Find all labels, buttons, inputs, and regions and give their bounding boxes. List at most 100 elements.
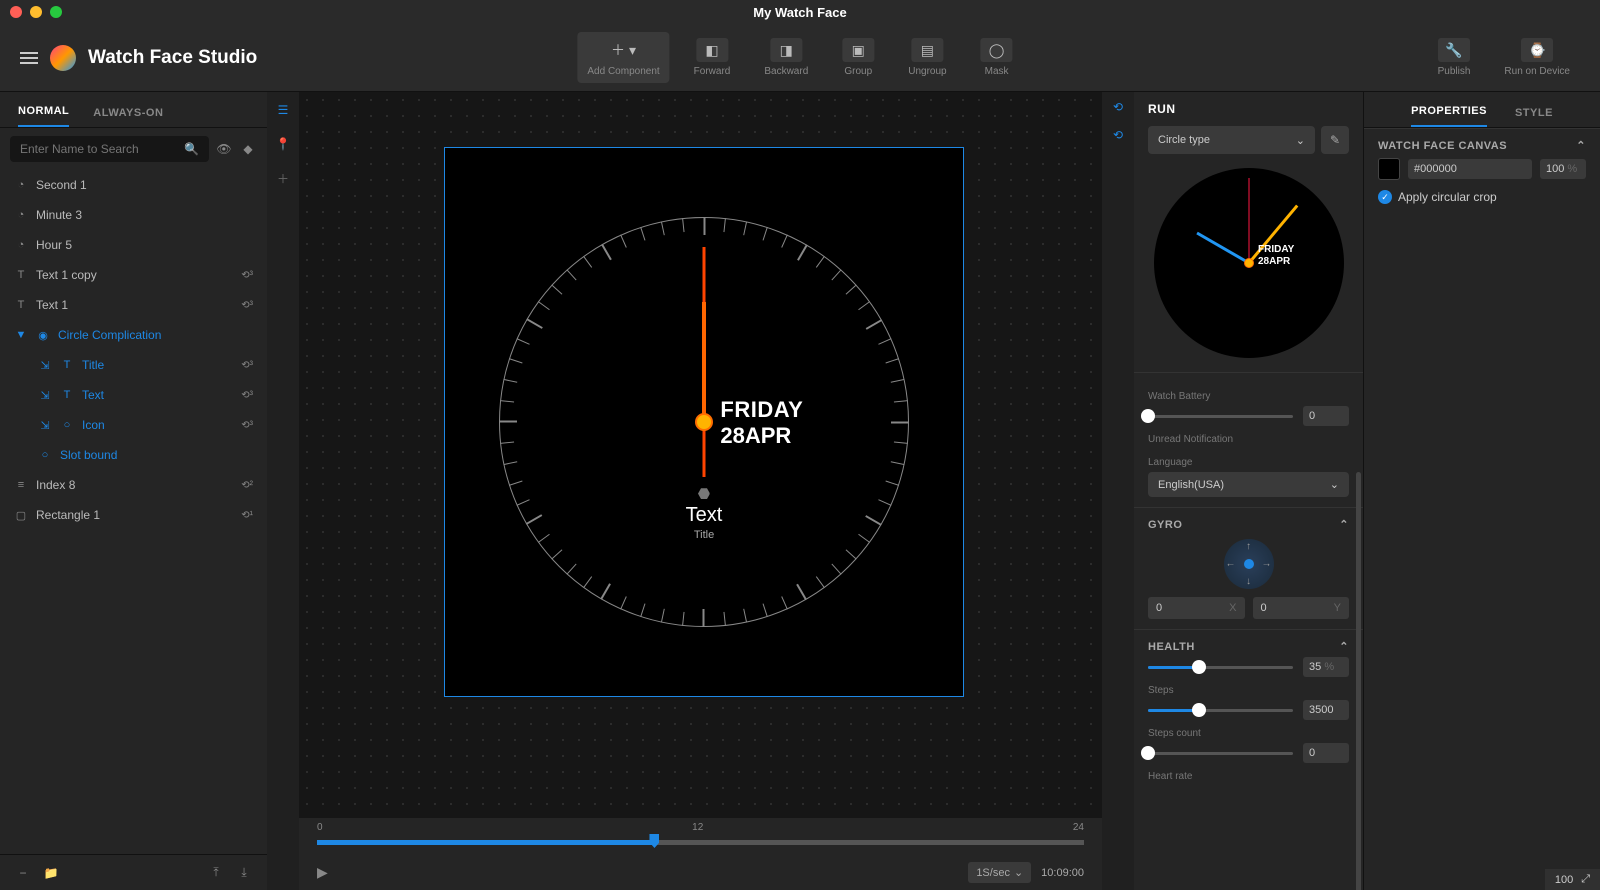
titlebar: My Watch Face [0, 0, 1600, 24]
window-controls[interactable] [10, 6, 62, 18]
tab-properties[interactable]: PROPERTIES [1411, 105, 1487, 127]
layer-comp-slot[interactable]: ○Slot bound [0, 440, 267, 470]
main-toolbar: Watch Face Studio ＋ ▾Add Component ◧Forw… [0, 24, 1600, 92]
steps-count-value[interactable]: 3500 [1303, 700, 1349, 720]
timeline-track[interactable]: 01224 [317, 826, 1084, 852]
gyro-y-input[interactable]: 0Y [1253, 597, 1350, 619]
playback-rate-select[interactable]: 1S/sec⌄ [968, 862, 1031, 883]
layer-circle-complication[interactable]: ▼◉Circle Complication [0, 320, 267, 350]
pin-icon[interactable]: 📍 [273, 134, 293, 154]
add-component-button[interactable]: ＋ ▾Add Component [577, 32, 669, 83]
search-field[interactable] [20, 142, 184, 156]
clock-hand-icon: ◔ [14, 209, 28, 221]
folder-icon[interactable]: 📁 [42, 864, 60, 882]
steps-count-slider[interactable] [1148, 709, 1293, 712]
layer-hour[interactable]: ◔Hour 5 [0, 230, 267, 260]
layers-footer: − 📁 ⤒ ⤓ [0, 854, 267, 890]
layer-rectangle[interactable]: ▢Rectangle 1⟲¹ [0, 500, 267, 530]
fullscreen-icon[interactable]: ⤢ [1581, 873, 1590, 886]
forward-button[interactable]: ◧Forward [684, 32, 741, 83]
heart-rate-slider[interactable] [1148, 752, 1293, 755]
chevron-up-icon[interactable]: ⌃ [1339, 640, 1349, 653]
run-on-device-button[interactable]: ⌚Run on Device [1494, 32, 1580, 83]
color-hex-input[interactable]: #000000 [1408, 159, 1532, 179]
complication-icon [698, 488, 710, 500]
maximize-window-icon[interactable] [50, 6, 62, 18]
menu-icon[interactable] [20, 52, 38, 64]
plus-icon[interactable]: ＋ [273, 168, 293, 188]
tag-icon: ⟲¹ [241, 510, 253, 521]
complication[interactable]: Text Title [686, 488, 723, 541]
heart-rate-value[interactable]: 0 [1303, 743, 1349, 763]
color-swatch[interactable] [1378, 158, 1400, 180]
minimize-window-icon[interactable] [30, 6, 42, 18]
chevron-down-icon: ⌄ [1296, 134, 1305, 147]
gyro-control[interactable]: ↑ ↓ ← → [1224, 539, 1274, 589]
preview-date: FRIDAY28APR [1258, 244, 1294, 268]
preview-hour-hand [1196, 232, 1249, 265]
layer-comp-text[interactable]: ⇲TText⟲³ [0, 380, 267, 410]
layer-comp-title[interactable]: ⇲TTitle⟲³ [0, 350, 267, 380]
group-button[interactable]: ▣Group [832, 32, 884, 83]
tab-style[interactable]: STYLE [1515, 107, 1553, 127]
link-icon: ⇲ [38, 419, 52, 432]
tag-icon: ⟲³ [241, 420, 253, 431]
shape-select[interactable]: Circle type⌄ [1148, 126, 1315, 154]
canvas-area: FRIDAY 28APR Text Title 01224 ▶ [299, 92, 1102, 890]
layer-comp-icon[interactable]: ⇲○Icon⟲³ [0, 410, 267, 440]
scrollbar[interactable] [1356, 472, 1361, 890]
chevron-up-icon[interactable]: ⌃ [1339, 518, 1349, 531]
chevron-down-icon[interactable]: ▼ [14, 329, 28, 341]
language-select[interactable]: English(USA)⌄ [1148, 472, 1349, 497]
layer-second[interactable]: ◔Second 1 [0, 170, 267, 200]
text-icon: T [14, 269, 28, 281]
publish-button[interactable]: 🔧Publish [1428, 32, 1481, 83]
search-icon: 🔍 [184, 142, 199, 156]
timeline-time: 10:09:00 [1041, 867, 1084, 879]
app-brand: Watch Face Studio [20, 45, 257, 71]
tab-normal[interactable]: NORMAL [18, 105, 69, 127]
circular-crop-checkbox[interactable]: ✓ Apply circular crop [1378, 190, 1586, 204]
ungroup-button[interactable]: ▤Ungroup [898, 32, 956, 83]
steps-pct-slider[interactable] [1148, 666, 1293, 669]
gyro-x-input[interactable]: 0X [1148, 597, 1245, 619]
mask-button[interactable]: ◯Mask [971, 32, 1023, 83]
tag-icon: ⟲³ [241, 390, 253, 401]
layer-search-input[interactable]: 🔍 [10, 136, 209, 162]
link-icon[interactable]: ⟲ [1113, 128, 1123, 142]
minus-icon[interactable]: − [14, 864, 32, 882]
battery-slider[interactable] [1148, 415, 1293, 418]
layer-minute[interactable]: ◔Minute 3 [0, 200, 267, 230]
chevron-up-icon[interactable]: ⌃ [1576, 139, 1586, 152]
backward-button[interactable]: ◨Backward [754, 32, 818, 83]
download-icon[interactable]: ⤓ [235, 864, 253, 882]
layers-icon[interactable]: ☰ [273, 100, 293, 120]
filter-icon[interactable]: ◆ [239, 140, 257, 158]
edit-icon[interactable]: ✎ [1321, 126, 1349, 154]
hour-hand [702, 302, 706, 422]
sliders-icon[interactable]: ⟲ [1113, 100, 1123, 114]
artboard[interactable]: FRIDAY 28APR Text Title [444, 147, 964, 697]
battery-value[interactable]: 0 [1303, 406, 1349, 426]
layer-text1[interactable]: TText 1⟲³ [0, 290, 267, 320]
run-panel: RUN Circle type⌄ ✎ FRIDAY28APR Watch Bat… [1134, 92, 1364, 890]
layer-text1copy[interactable]: TText 1 copy⟲³ [0, 260, 267, 290]
canvas-viewport[interactable]: FRIDAY 28APR Text Title [299, 92, 1102, 818]
upload-icon[interactable]: ⤒ [207, 864, 225, 882]
run-tool-strip: ⟲ ⟲ [1102, 92, 1134, 890]
window-title: My Watch Face [753, 5, 846, 20]
zoom-indicator[interactable]: 100⤢ [1545, 869, 1600, 890]
text-icon: T [60, 359, 74, 371]
date-block: FRIDAY 28APR [720, 397, 803, 449]
steps-pct-value[interactable]: 35 % [1303, 657, 1349, 677]
close-window-icon[interactable] [10, 6, 22, 18]
tag-icon: ⟲³ [241, 300, 253, 311]
visibility-icon[interactable]: 👁 [215, 140, 233, 158]
watch-preview: FRIDAY28APR [1154, 168, 1344, 358]
timeline-handle[interactable] [649, 834, 659, 848]
layer-index[interactable]: ≡Index 8⟲² [0, 470, 267, 500]
circle-icon: ○ [60, 419, 74, 431]
opacity-input[interactable]: 100 % [1540, 159, 1586, 179]
tab-always-on[interactable]: ALWAYS-ON [93, 107, 163, 127]
play-button[interactable]: ▶ [317, 864, 328, 881]
